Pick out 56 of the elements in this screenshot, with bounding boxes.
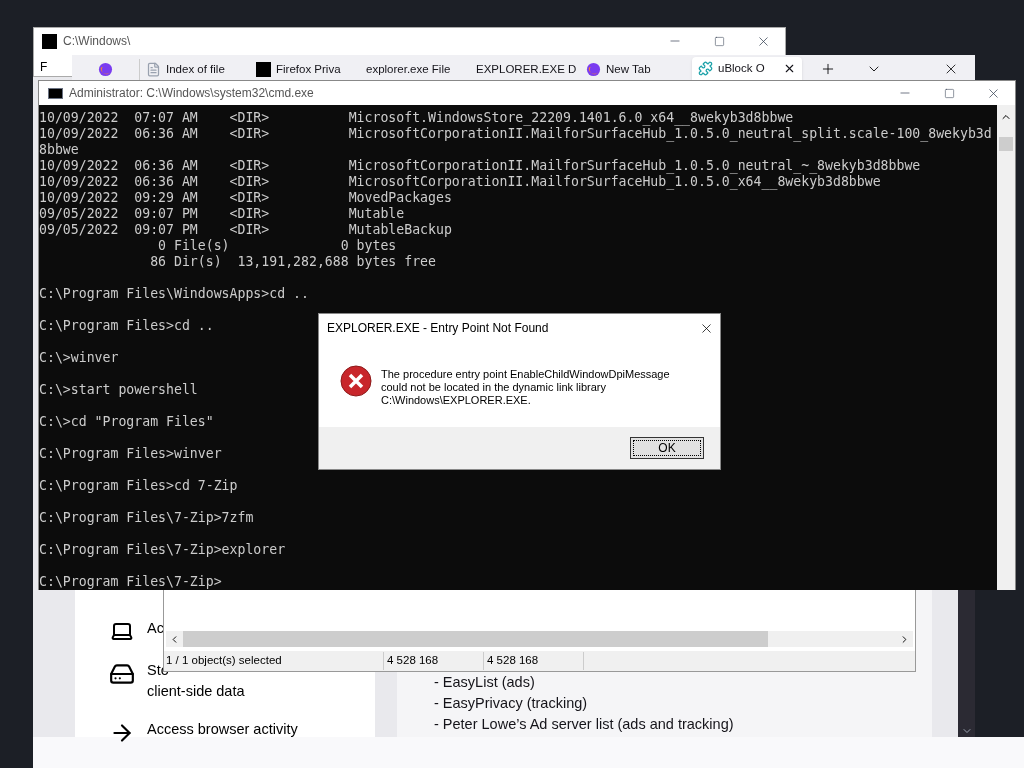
menu-item[interactable]: F	[40, 58, 48, 76]
error-message: The procedure entry point EnableChildWindowDpiMessage could not be located in the dynamic link library C:\Windows\EXPLORER.EXE.	[381, 368, 670, 407]
console-line: 86 Dir(s) 13,191,282,688 bytes free	[149, 254, 436, 270]
console-line: 10/09/2022 06:36 AM <DIR> MicrosoftCorporationII.MailforSurfaceHub_1.0.5.0_x64__8wekyb3d8bbwe	[39, 174, 881, 190]
console-line: C:\>cd "Program Files"	[39, 414, 214, 430]
browser-tab[interactable]: Firefox Priva	[250, 59, 360, 80]
console-line: 10/09/2022 06:36 AM <DIR> MicrosoftCorporationII.MailforSurfaceHub_1.0.5.0_neutral_split.scale-100_8wekyb3d	[39, 126, 992, 142]
globe-icon	[586, 62, 601, 77]
console-line: 10/09/2022 07:07 AM <DIR> Microsoft.WindowsStore_22209.1401.6.0_x64__8wekyb3d8bbwe	[39, 110, 794, 126]
console-line: C:\Program Files>cd 7-Zip	[39, 478, 238, 494]
console-line: 10/09/2022 06:36 AM <DIR> MicrosoftCorporationII.MailforSurfaceHub_1.0.5.0_neutral_~_8wekyb3d8bbwe	[39, 158, 921, 174]
new-tab-icon[interactable]	[820, 61, 836, 77]
window-title: Administrator: C:\Windows\system32\cmd.exe	[69, 85, 314, 102]
app-icon	[42, 33, 57, 49]
console-line: C:\Program Files\7-Zip>7zfm	[39, 510, 254, 526]
puzzle-icon	[698, 61, 713, 76]
console-line: C:\Program Files\7-Zip>	[39, 574, 222, 590]
console-line: C:\Program Files>winver	[39, 446, 222, 462]
page-icon	[146, 62, 161, 77]
console-line: C:\Program Files>cd ..	[39, 318, 214, 334]
permission-text: client-side data	[147, 682, 245, 701]
status-text: 1 / 1 object(s) selected	[164, 652, 384, 670]
browser-tab[interactable]: uBlock O	[692, 57, 802, 80]
filter-list-item: - Peter Lowe’s Ad server list (ads and tracking)	[434, 715, 735, 734]
scrollbar-thumb[interactable]	[183, 631, 768, 647]
error-icon	[340, 365, 372, 397]
permission-text: Ac	[147, 619, 164, 638]
console-icon	[48, 87, 63, 99]
filter-list-item: - EasyPrivacy (tracking)	[434, 694, 589, 713]
console-line: C:\>winver	[39, 350, 119, 366]
permission-text: Access browser activity	[147, 720, 298, 739]
console-line: 0 File(s) 0 bytes	[157, 238, 397, 254]
browser-tab[interactable]: explorer.exe File	[360, 59, 470, 80]
status-text: 4 528 168	[384, 652, 484, 670]
browser-tab[interactable]: EXPLORER.EXE D	[470, 59, 580, 80]
ok-button[interactable]: OK	[630, 437, 704, 459]
scrollbar-thumb[interactable]	[999, 137, 1013, 151]
console-line: C:\Program Files\7-Zip>explorer	[39, 542, 286, 558]
console-line: 10/09/2022 09:29 AM <DIR> MovedPackages	[39, 190, 452, 206]
console-line: 8bbwe	[39, 142, 79, 158]
logo-icon	[256, 62, 271, 77]
close-tab-icon[interactable]	[783, 62, 796, 75]
globe-icon	[98, 62, 113, 77]
maximize-icon	[713, 35, 725, 47]
console-line: C:\>start powershell	[39, 382, 198, 398]
browser-tab[interactable]: New Tab	[580, 59, 690, 80]
browser-tab[interactable]: Index of file	[140, 59, 250, 80]
drive-icon	[109, 661, 135, 687]
dialog-title: EXPLORER.EXE - Entry Point Not Found	[327, 320, 549, 337]
console-line: C:\Program Files\WindowsApps>cd ..	[39, 286, 309, 302]
window-title: C:\Windows\	[63, 33, 131, 50]
filter-list-item: - EasyList (ads)	[434, 673, 536, 692]
maximize-icon	[943, 87, 955, 99]
status-text: 4 528 168	[484, 652, 584, 670]
console-line: 09/05/2022 09:07 PM <DIR> MutableBackup	[39, 222, 452, 238]
console-line: 09/05/2022 09:07 PM <DIR> Mutable	[39, 206, 405, 222]
